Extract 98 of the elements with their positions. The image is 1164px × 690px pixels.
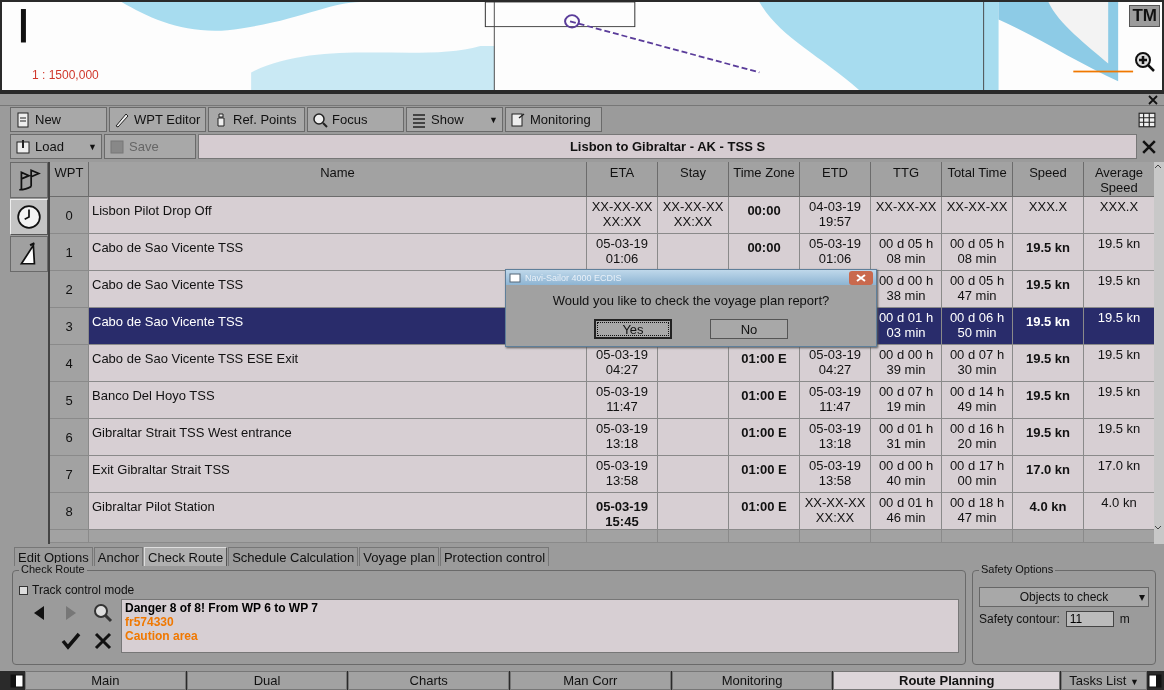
table-cell-text: 17.0 kn xyxy=(1025,461,1071,477)
table-cell-text: 19.5 kn xyxy=(1025,350,1071,366)
table-cell: 01:00 E xyxy=(741,499,787,514)
table-cell: 00 d 01 h 46 min xyxy=(878,495,934,525)
table-cell: 00 d 05 h 47 min xyxy=(949,273,1005,303)
table-cell: 05-03-19 01:06 xyxy=(808,236,861,266)
table-cell: 19.5 kn xyxy=(1097,384,1141,399)
table-cell: 01:00 E xyxy=(741,462,787,477)
route-title: Lisbon to Gibraltar - AK - TSS S xyxy=(198,134,1137,159)
column-header: WPT xyxy=(50,162,89,197)
table-cell: XX-XX-XX xyxy=(946,199,1008,214)
chart-scale: 1 : 1500,000 xyxy=(32,68,99,82)
column-header: ETA xyxy=(587,162,658,197)
table-cell: 8 xyxy=(65,503,73,519)
table-cell: 04-03-19 19:57 xyxy=(808,199,861,229)
table-cell: 05-03-19 11:47 xyxy=(808,384,861,414)
table-cell: 19.5 kn xyxy=(1097,236,1141,251)
table-cell: 00 d 07 h 19 min xyxy=(878,384,934,414)
checkbox-label: Track control mode xyxy=(32,583,135,597)
table-cell: 5 xyxy=(65,392,73,408)
table-cell-text: 05-03-19 15:45 xyxy=(595,498,648,529)
table-cell: 05-03-19 13:58 xyxy=(595,458,648,488)
column-header: Total Time xyxy=(942,162,1013,197)
table-cell: 05-03-19 04:27 xyxy=(808,347,861,377)
table-cell: 05-03-19 13:18 xyxy=(595,421,648,451)
table-cell: 00 d 00 h 40 min xyxy=(878,458,934,488)
message-line: Danger 8 of 8! From WP 6 to WP 7 xyxy=(125,601,319,615)
table-cell: 05-03-19 13:58 xyxy=(808,458,861,488)
table-cell-text: 19.5 kn xyxy=(1025,239,1071,255)
table-cell: 6 xyxy=(65,429,73,445)
group-title: Check Route xyxy=(19,563,87,575)
table-cell: Lisbon Pilot Drop Off xyxy=(92,203,212,218)
table-cell: 05-03-19 04:27 xyxy=(595,347,648,377)
table-cell: 3 xyxy=(65,318,73,334)
table-cell: 7 xyxy=(65,466,73,482)
table-cell: 01:00 E xyxy=(741,388,787,403)
table-cell: 1 xyxy=(65,244,73,260)
field-label: Safety contour: xyxy=(979,612,1060,626)
table-cell: XX-XX-XX xyxy=(875,199,937,214)
table-cell: 00 d 16 h 20 min xyxy=(949,421,1005,451)
table-cell: 05-03-19 01:06 xyxy=(595,236,648,266)
table-cell: 00 d 06 h 50 min xyxy=(949,310,1005,340)
table-cell: 01:00 E xyxy=(741,425,787,440)
table-cell: 00 d 00 h 38 min xyxy=(878,273,934,303)
table-cell: 01:00 E xyxy=(741,351,787,366)
dialog-title: Navi-Sailor 4000 ECDIS xyxy=(525,272,622,283)
table-cell: 17.0 kn xyxy=(1097,458,1141,473)
table-cell: XX-XX-XX XX:XX xyxy=(591,199,653,229)
table-cell: 4.0 kn xyxy=(1101,495,1137,510)
table-cell: 00:00 xyxy=(747,240,781,255)
table-cell: 00 d 00 h 39 min xyxy=(878,347,934,377)
column-header: Name xyxy=(89,162,587,197)
table-cell: 0 xyxy=(65,207,73,223)
table-cell: 00 d 07 h 30 min xyxy=(949,347,1005,377)
table-cell: 19.5 kn xyxy=(1097,421,1141,436)
table-cell: Banco Del Hoyo TSS xyxy=(92,388,215,403)
table-cell: Cabo de Sao Vicente TSS xyxy=(92,314,244,329)
message-line: Caution area xyxy=(125,629,199,643)
group-title: Safety Options xyxy=(979,563,1056,575)
table-cell-text: 4.0 kn xyxy=(1029,498,1067,514)
table-cell: 00 d 18 h 47 min xyxy=(949,495,1005,525)
table-cell: 4 xyxy=(65,355,73,371)
table-cell: Cabo de Sao Vicente TSS xyxy=(92,240,244,255)
table-cell: Cabo de Sao Vicente TSS xyxy=(92,277,244,292)
column-header: Stay xyxy=(658,162,729,197)
message-line: fr574330 xyxy=(125,615,175,629)
table-cell: XXX.X xyxy=(1099,199,1139,214)
column-header: TTG xyxy=(871,162,942,197)
table-cell: XX-XX-XX XX:XX xyxy=(804,495,866,525)
table-cell: 05-03-19 13:18 xyxy=(808,421,861,451)
table-cell: Cabo de Sao Vicente TSS ESE Exit xyxy=(92,351,299,366)
table-cell-text: 19.5 kn xyxy=(1025,424,1071,440)
table-cell: XX-XX-XX XX:XX xyxy=(662,199,724,229)
table-cell: 00 d 01 h 03 min xyxy=(878,310,934,340)
table-cell: XXX.X xyxy=(1028,199,1068,214)
column-header: Time Zone xyxy=(729,162,800,197)
table-cell: 19.5 kn xyxy=(1097,273,1141,288)
table-cell: Gibraltar Pilot Station xyxy=(92,499,215,514)
table-cell: 00 d 17 h 00 min xyxy=(949,458,1005,488)
table-cell: 00 d 14 h 49 min xyxy=(949,384,1005,414)
table-cell: 05-03-19 11:47 xyxy=(595,384,648,414)
table-cell: 19.5 kn xyxy=(1097,347,1141,362)
column-header: ETD xyxy=(800,162,871,197)
table-cell-text: 19.5 kn xyxy=(1025,387,1071,403)
table-cell: 00 d 05 h 08 min xyxy=(949,236,1005,266)
column-header: Average Speed xyxy=(1084,162,1154,197)
unit-label: m xyxy=(1119,612,1130,626)
table-cell: 00 d 05 h 08 min xyxy=(878,236,934,266)
column-header: Speed xyxy=(1013,162,1084,197)
table-cell: 2 xyxy=(65,281,73,297)
table-cell: Gibraltar Strait TSS West entrance xyxy=(92,425,292,440)
table-cell-text: 19.5 kn xyxy=(1025,276,1071,292)
table-cell-text: 19.5 kn xyxy=(1025,313,1071,329)
table-cell: 19.5 kn xyxy=(1097,310,1141,325)
table-cell: Exit Gibraltar Strait TSS xyxy=(92,462,230,477)
table-cell: 00:00 xyxy=(747,203,781,218)
dialog-message: Would you like to check the voyage plan report? xyxy=(551,293,831,308)
table-cell: 00 d 01 h 31 min xyxy=(878,421,934,451)
